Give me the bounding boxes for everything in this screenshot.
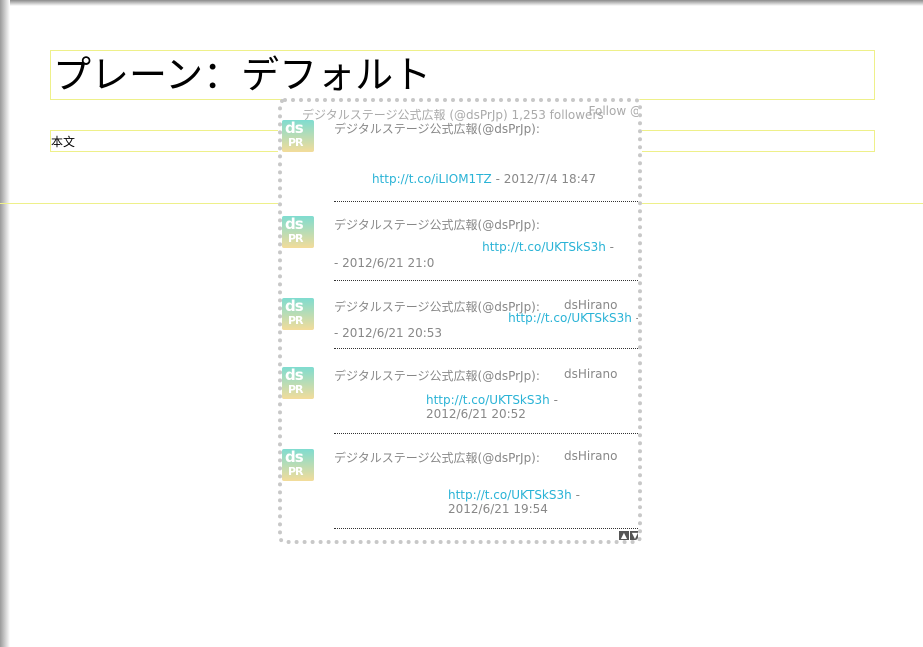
avatar-text: PR xyxy=(288,383,304,396)
twitter-widget: デジタルステージ公式広報 (@dsPrJp) 1,253 followers F… xyxy=(278,98,642,544)
tweet-link[interactable]: http://t.co/UKTSkS3h xyxy=(426,393,550,407)
tweet-author[interactable]: デジタルステージ公式広報(@dsPrJp): xyxy=(334,449,540,466)
follow-link[interactable]: Follow @ xyxy=(589,104,638,118)
tweet-link[interactable]: http://t.co/UKTSkS3h xyxy=(448,488,572,502)
tweet-meta: http://t.co/UKTSkS3h - - 2012/6/21 20:53 xyxy=(334,311,640,340)
tweet-link[interactable]: http://t.co/UKTSkS3h xyxy=(482,240,606,254)
tweet-separator xyxy=(334,280,638,281)
scroll-down-icon[interactable]: ▼ xyxy=(630,531,638,540)
avatar[interactable]: ds PR xyxy=(282,298,314,330)
body-label: 本文 xyxy=(51,135,76,149)
tweet-author[interactable]: デジタルステージ公式広報(@dsPrJp): xyxy=(334,120,540,137)
scroll-controls: ▲ ▼ xyxy=(618,523,638,540)
tweet-mention[interactable]: dsHirano xyxy=(564,298,617,312)
tweet-mention[interactable]: dsHirano xyxy=(564,367,617,381)
tweet-meta: http://t.co/UKTSkS3h - 2012/6/21 19:54 xyxy=(334,488,614,516)
avatar-text: ds xyxy=(285,448,304,466)
avatar[interactable]: ds PR xyxy=(282,449,314,481)
avatar-text: ds xyxy=(285,297,304,315)
title-region: プレーン：デフォルト xyxy=(50,50,875,100)
tweet-mention[interactable]: dsHirano xyxy=(564,449,617,463)
tweet-separator xyxy=(334,528,638,529)
avatar-text: PR xyxy=(288,314,304,327)
tweet-link[interactable]: http://t.co/UKTSkS3h xyxy=(508,311,632,325)
tweet-meta: http://t.co/iLIOM1TZ - 2012/7/4 18:47 xyxy=(334,172,596,186)
tweet-date: - 2012/6/21 20:53 xyxy=(334,326,443,340)
avatar-text: ds xyxy=(285,119,304,137)
tweet-separator xyxy=(334,348,638,349)
tweet-meta: http://t.co/UKTSkS3h - - 2012/6/21 21:0 xyxy=(334,240,614,270)
window-left-shadow xyxy=(0,0,10,647)
tweet-author[interactable]: デジタルステージ公式広報(@dsPrJp): xyxy=(334,216,540,233)
avatar[interactable]: ds PR xyxy=(282,120,314,152)
avatar-text: ds xyxy=(285,215,304,233)
avatar[interactable]: ds PR xyxy=(282,367,314,399)
tweet-date: - 2012/7/4 18:47 xyxy=(491,172,596,186)
tweet-author[interactable]: デジタルステージ公式広報(@dsPrJp): xyxy=(334,367,540,384)
avatar[interactable]: ds PR xyxy=(282,216,314,248)
tweet-date: - 2012/6/21 21:0 xyxy=(334,256,435,270)
avatar-text: PR xyxy=(288,465,304,478)
avatar-text: ds xyxy=(285,366,304,384)
tweet-separator xyxy=(334,201,638,202)
avatar-text: PR xyxy=(288,136,304,149)
page-title: プレーン：デフォルト xyxy=(53,53,432,97)
tweet-separator xyxy=(334,433,638,434)
tweet-link[interactable]: http://t.co/iLIOM1TZ xyxy=(372,172,492,186)
tweet-meta: http://t.co/UKTSkS3h - 2012/6/21 20:52 xyxy=(334,393,614,421)
avatar-text: PR xyxy=(288,232,304,245)
window-top-shadow xyxy=(0,0,923,6)
scroll-up-icon[interactable]: ▲ xyxy=(619,531,629,540)
